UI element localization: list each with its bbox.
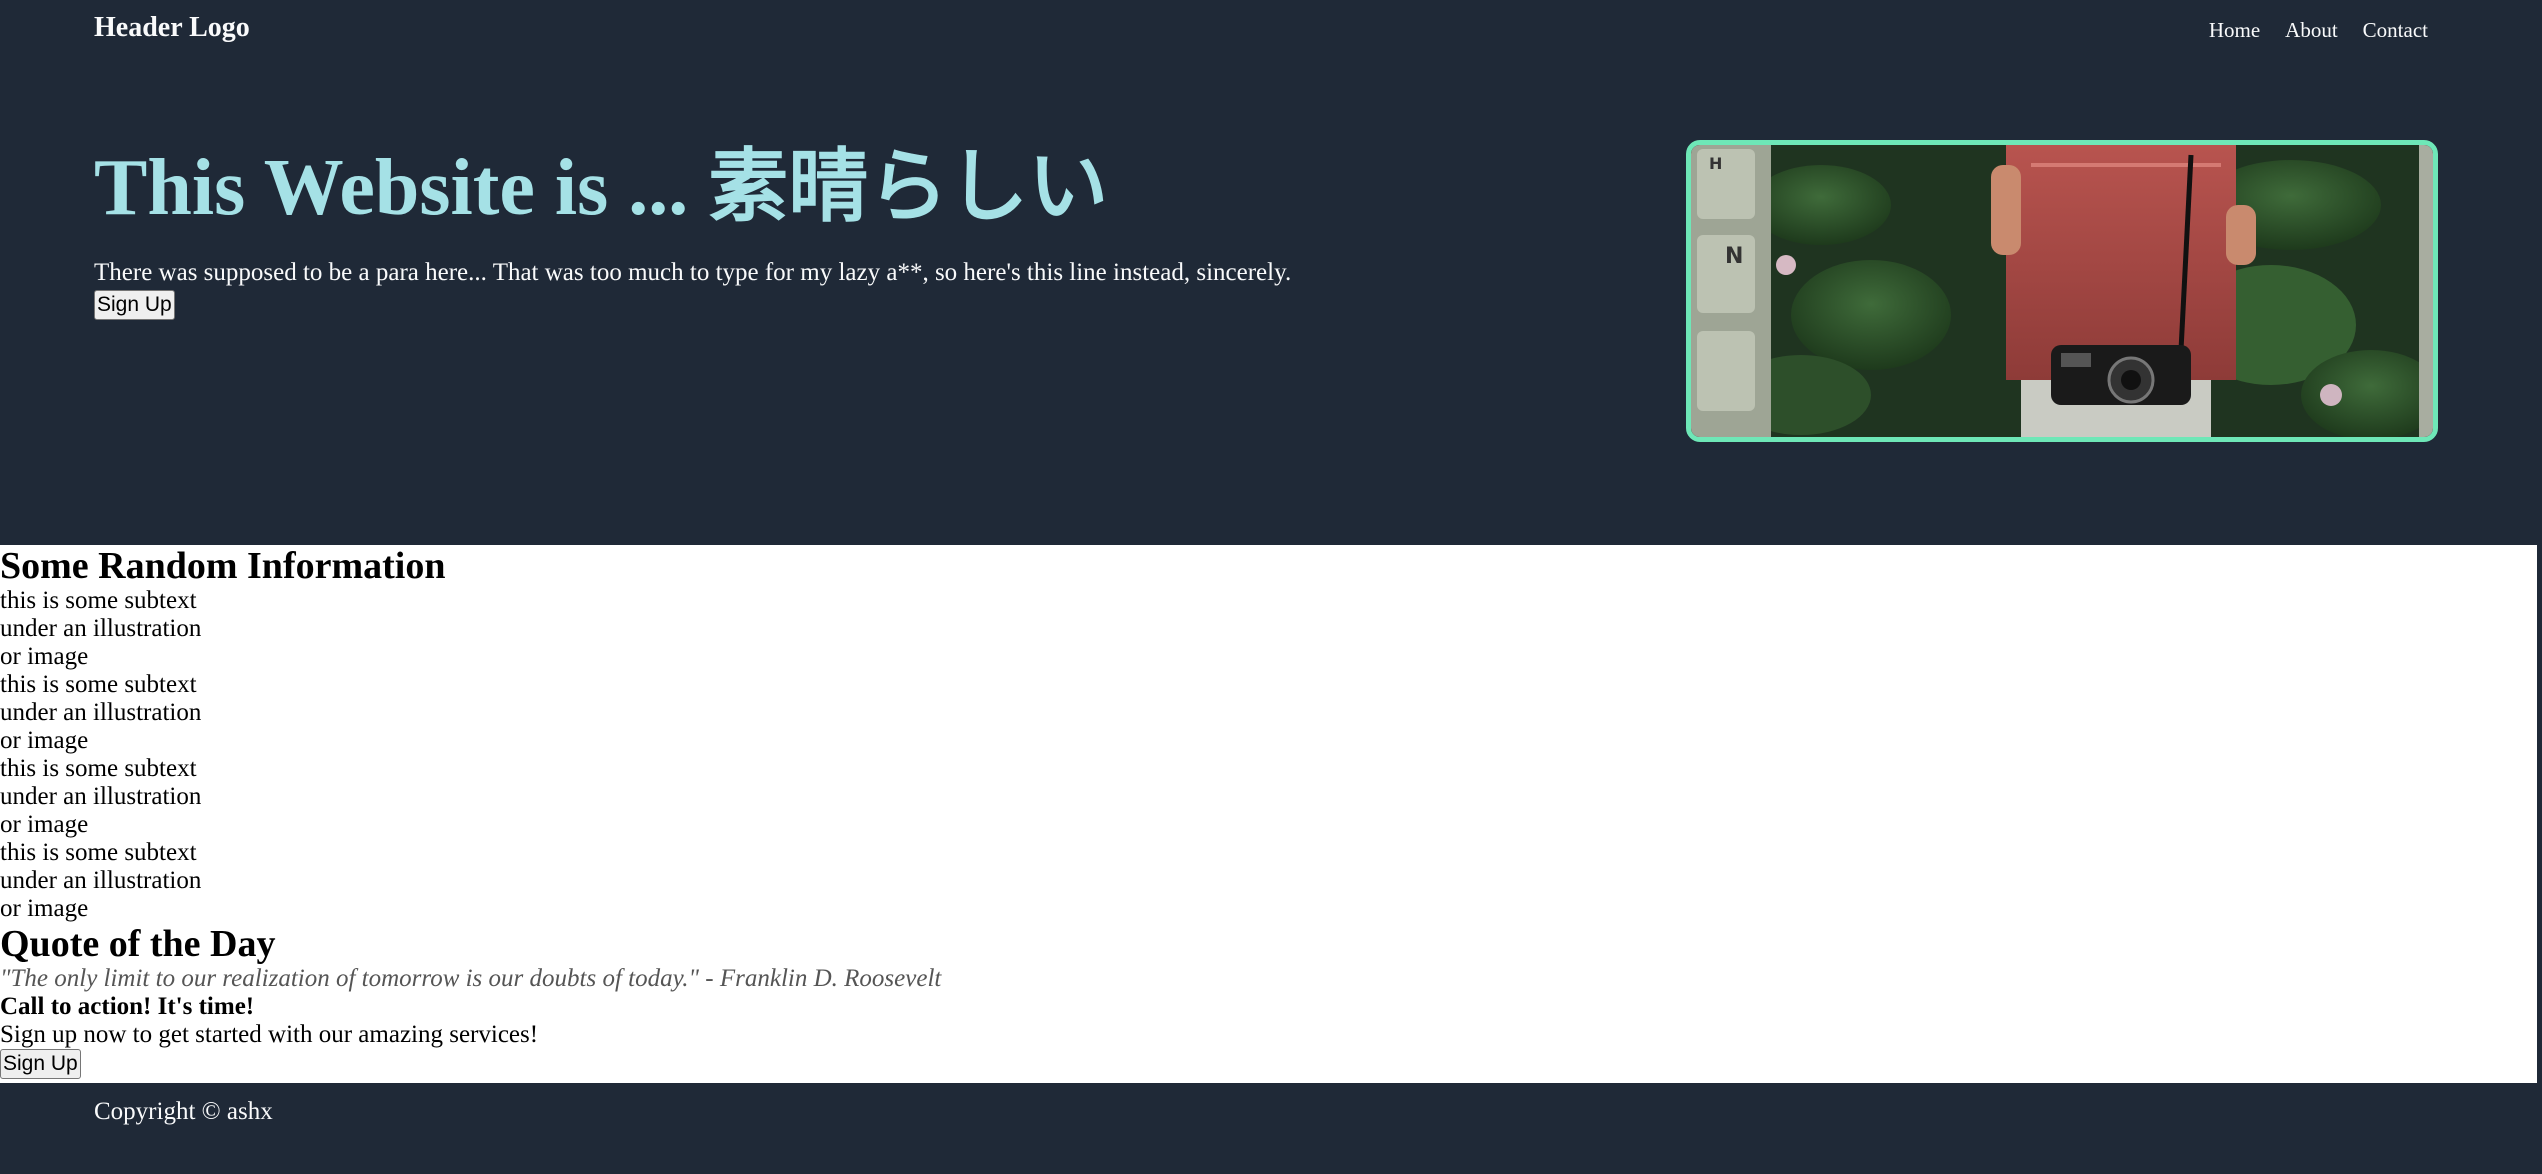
info-subtext: or image — [0, 643, 89, 670]
svg-text:N: N — [1725, 244, 1743, 269]
header-logo[interactable]: Header Logo — [94, 12, 250, 44]
info-item: this is some subtext under an illustrati… — [0, 671, 2537, 755]
info-subtext: this is some subtext — [0, 671, 197, 698]
hero-text: There was supposed to be a para here... … — [94, 259, 1292, 286]
info-subtext: under an illustration — [0, 699, 202, 726]
quote-heading: Quote of the Day — [0, 923, 276, 965]
main-nav: Home About Contact — [2209, 18, 2428, 43]
info-heading: Some Random Information — [0, 545, 446, 587]
hero-image: H N — [1686, 140, 2438, 442]
footer-copyright: Copyright © ashx — [94, 1098, 273, 1125]
info-subtext: under an illustration — [0, 783, 202, 810]
info-subtext: or image — [0, 895, 89, 922]
quote-text: "The only limit to our realization of to… — [0, 965, 942, 992]
info-item: this is some subtext under an illustrati… — [0, 587, 2537, 671]
info-subtext: under an illustration — [0, 615, 202, 642]
info-subtext: or image — [0, 811, 89, 838]
hero-title: This Website is ... 素晴らしい — [94, 144, 1109, 232]
nav-link-home[interactable]: Home — [2209, 18, 2260, 43]
cta-signup-button[interactable]: Sign Up — [0, 1049, 81, 1079]
nav-link-about[interactable]: About — [2285, 18, 2338, 43]
info-subtext: this is some subtext — [0, 755, 197, 782]
photo-illustration: H N — [1691, 145, 2433, 437]
cta-text: Sign up now to get started with our amaz… — [0, 1021, 539, 1048]
hero-section: Header Logo Home About Contact This Webs… — [0, 0, 2542, 545]
content-section: Some Random Information this is some sub… — [0, 545, 2537, 1083]
info-subtext: under an illustration — [0, 867, 202, 894]
info-subtext: or image — [0, 727, 89, 754]
info-item: this is some subtext under an illustrati… — [0, 839, 2537, 923]
hero-signup-button[interactable]: Sign Up — [94, 290, 175, 320]
info-subtext: this is some subtext — [0, 839, 197, 866]
info-subtext: this is some subtext — [0, 587, 197, 614]
cta-title: Call to action! It's time! — [0, 993, 255, 1020]
nav-link-contact[interactable]: Contact — [2363, 18, 2428, 43]
info-item: this is some subtext under an illustrati… — [0, 755, 2537, 839]
svg-text:H: H — [1709, 154, 1722, 173]
